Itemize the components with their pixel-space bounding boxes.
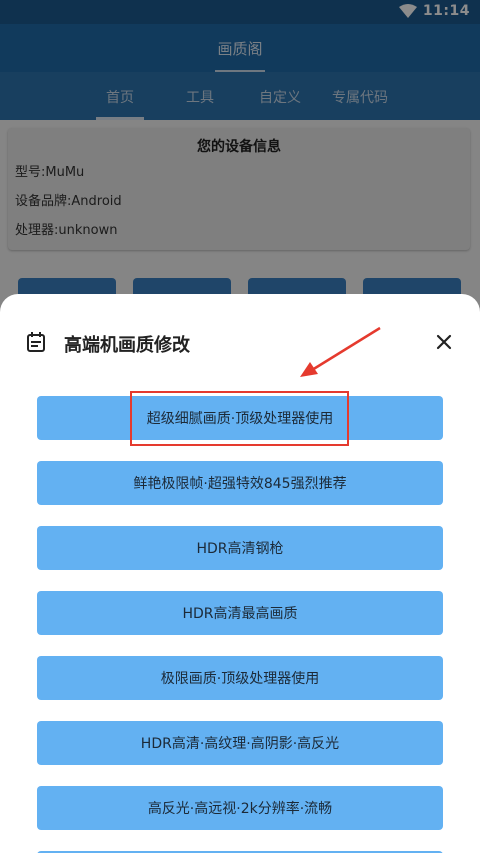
- calendar-icon: [27, 332, 45, 352]
- option-button[interactable]: HDR高清最高画质: [37, 591, 443, 635]
- option-button[interactable]: 极限画质·顶级处理器使用: [37, 656, 443, 700]
- sheet-title: 高端机画质修改: [64, 335, 190, 356]
- option-button[interactable]: HDR高清钢枪: [37, 526, 443, 570]
- option-button[interactable]: HDR高清·高纹理·高阴影·高反光: [37, 721, 443, 765]
- option-button[interactable]: 高反光·高远视·2k分辨率·流畅: [37, 786, 443, 830]
- annotation-highlight-box: [130, 391, 349, 446]
- option-button[interactable]: 鲜艳极限帧·超强特效845强烈推荐: [37, 461, 443, 505]
- bottom-sheet: 高端机画质修改 超级细腻画质·顶级处理器使用 鲜艳极限帧·超强特效845强烈推荐…: [0, 294, 480, 853]
- close-icon[interactable]: [432, 330, 456, 354]
- annotation-arrow-icon: [300, 326, 381, 377]
